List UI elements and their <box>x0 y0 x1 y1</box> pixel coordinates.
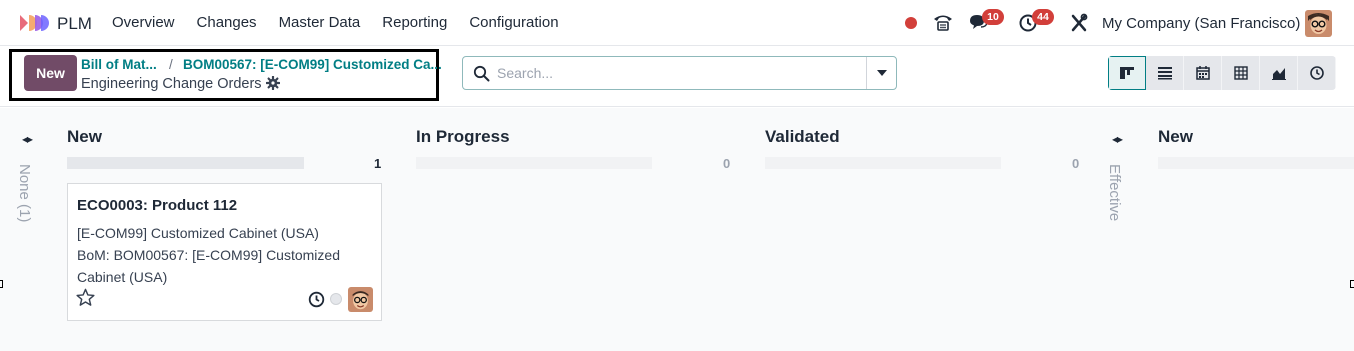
new-button[interactable]: New <box>24 55 77 91</box>
company-switcher[interactable]: My Company (San Francisco) <box>1102 15 1300 32</box>
kanban-icon <box>1120 67 1134 79</box>
column-count: 1 <box>374 156 382 171</box>
page-title: Engineering Change Orders <box>81 76 262 92</box>
user-avatar-icon <box>1305 10 1332 37</box>
star-icon[interactable] <box>76 288 95 307</box>
search-options-toggle[interactable] <box>866 57 896 89</box>
user-avatar[interactable] <box>1305 10 1332 37</box>
expand-arrows-icon[interactable]: ◂▸ <box>1112 132 1123 146</box>
list-icon <box>1157 67 1172 80</box>
folded-column-none[interactable]: ◂▸ None (1) <box>8 108 52 351</box>
view-switcher <box>1108 56 1336 90</box>
column-progress-bar[interactable] <box>765 157 1001 169</box>
column-progress-bar[interactable] <box>1158 157 1354 169</box>
search-icon <box>473 65 490 82</box>
column-progress-bar[interactable] <box>67 157 304 169</box>
pivot-table-icon <box>1233 66 1248 80</box>
folded-column-label: Effective <box>1106 164 1123 222</box>
kanban-state-dot[interactable] <box>330 293 342 305</box>
folded-column-effective[interactable]: ◂▸ Effective <box>1102 108 1142 351</box>
menu-master-data[interactable]: Master Data <box>279 14 361 31</box>
breadcrumb-bill-of-materials[interactable]: Bill of Mat... <box>81 57 157 72</box>
expand-arrows-icon[interactable]: ◂▸ <box>22 132 33 146</box>
activity-badge: 44 <box>1032 9 1054 25</box>
activity-view-button[interactable] <box>1298 56 1336 90</box>
menu-configuration[interactable]: Configuration <box>469 14 558 31</box>
column-title-new-2[interactable]: New <box>1158 127 1193 147</box>
calendar-icon <box>1195 66 1210 80</box>
breadcrumb-separator: / <box>169 57 173 72</box>
top-navbar: PLM Overview Changes Master Data Reporti… <box>0 0 1354 46</box>
card-bom: BoM: BOM00567: [E-COM99] Customized Cabi… <box>77 247 340 285</box>
edge-marker <box>1350 280 1354 288</box>
column-count: 0 <box>723 156 731 171</box>
column-title-new[interactable]: New <box>67 127 102 147</box>
activity-clock-icon <box>1309 66 1324 80</box>
phone-icon[interactable] <box>932 12 954 32</box>
edge-marker <box>0 280 3 288</box>
card-product: [E-COM99] Customized Cabinet (USA) <box>77 225 319 241</box>
column-progress-bar[interactable] <box>416 157 652 169</box>
app-name[interactable]: PLM <box>57 14 92 34</box>
graph-view-button[interactable] <box>1260 56 1298 90</box>
search-input[interactable] <box>497 58 857 88</box>
menu-changes[interactable]: Changes <box>197 14 257 31</box>
eco-card[interactable]: ECO0003: Product 112 [E-COM99] Customize… <box>67 183 382 321</box>
gear-icon[interactable] <box>266 76 280 90</box>
user-avatar-icon <box>348 287 373 312</box>
main-menu: Overview Changes Master Data Reporting C… <box>112 14 559 31</box>
column-title-validated[interactable]: Validated <box>765 127 840 147</box>
kanban-view-button[interactable] <box>1108 56 1146 90</box>
caret-down-icon <box>876 70 887 76</box>
breadcrumb-bom[interactable]: BOM00567: [E-COM99] Customized Ca... <box>183 57 442 72</box>
menu-reporting[interactable]: Reporting <box>382 14 447 31</box>
kanban-board: ◂▸ None (1) New 1 ECO0003: Product 112 [… <box>0 108 1354 351</box>
menu-overview[interactable]: Overview <box>112 14 175 31</box>
app-logo-icon[interactable] <box>20 13 50 33</box>
control-panel: New Bill of Mat... / BOM00567: [E-COM99]… <box>0 47 1354 107</box>
column-title-in-progress[interactable]: In Progress <box>416 127 510 147</box>
calendar-view-button[interactable] <box>1184 56 1222 90</box>
tools-icon[interactable] <box>1070 13 1088 33</box>
card-title: ECO0003: Product 112 <box>77 197 238 214</box>
column-count: 0 <box>1072 156 1080 171</box>
card-user-avatar[interactable] <box>348 287 373 312</box>
list-view-button[interactable] <box>1146 56 1184 90</box>
search-bar <box>462 56 897 90</box>
chat-badge: 10 <box>982 9 1004 25</box>
area-chart-icon <box>1271 68 1286 80</box>
folded-column-label: None (1) <box>16 164 33 223</box>
pivot-view-button[interactable] <box>1222 56 1260 90</box>
activity-clock-icon[interactable] <box>308 291 325 308</box>
status-dot-icon[interactable] <box>905 17 917 29</box>
